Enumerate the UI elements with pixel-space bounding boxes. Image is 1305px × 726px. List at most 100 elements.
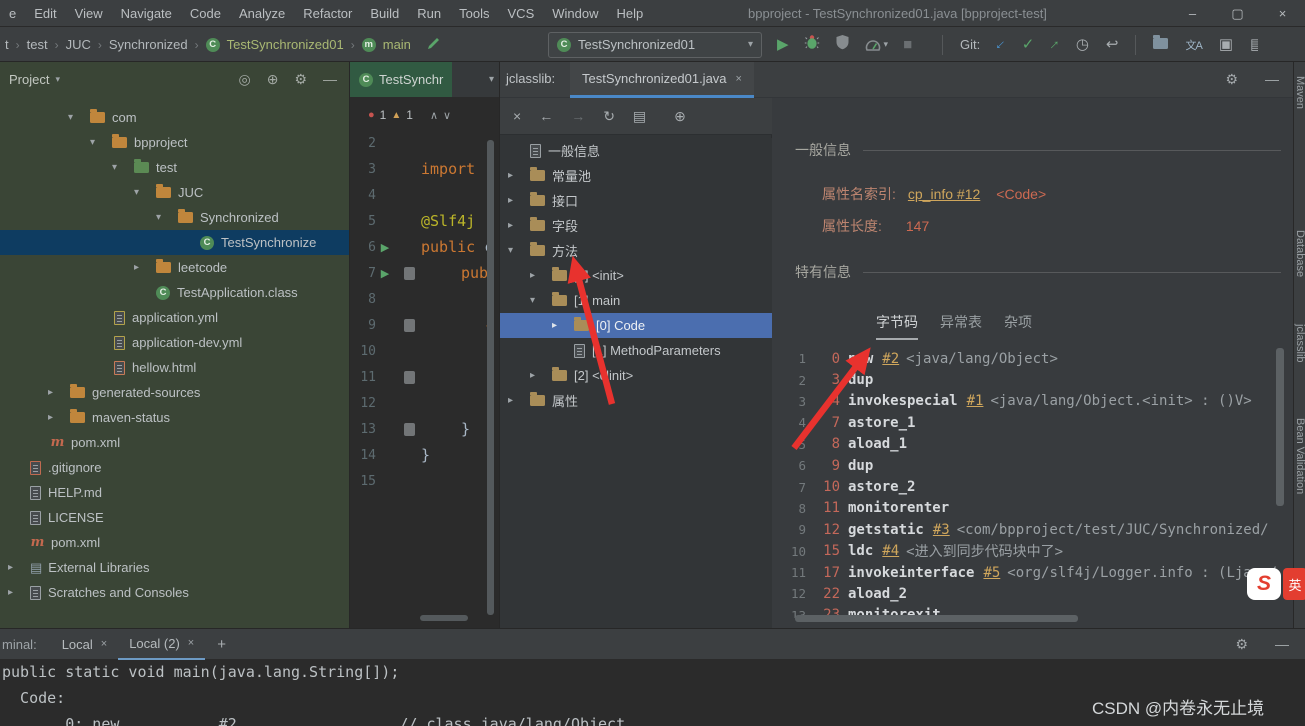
- constant-pool-link[interactable]: cp_info #12: [908, 186, 980, 202]
- tree-item-pom-xml-root[interactable]: m pom.xml: [0, 530, 349, 555]
- constant-pool-link[interactable]: #2: [882, 351, 899, 367]
- tab-exception-table[interactable]: 异常表: [940, 312, 982, 340]
- settings-gear-icon[interactable]: ⚙: [1225, 71, 1238, 88]
- constant-pool-link[interactable]: #1: [967, 393, 984, 409]
- tree-item-leetcode[interactable]: ▸ leetcode: [0, 255, 349, 280]
- run-line-icon[interactable]: ▶: [372, 234, 398, 260]
- chevron-right-icon[interactable]: ▸: [8, 587, 30, 598]
- constant-pool-link[interactable]: #5: [983, 565, 1000, 581]
- chevron-right-icon[interactable]: ▸: [8, 562, 30, 573]
- gutter-marker-icon[interactable]: [396, 260, 422, 286]
- chevron-right-icon[interactable]: ▸: [134, 262, 156, 273]
- tree-item-pom-xml[interactable]: m pom.xml: [0, 430, 349, 455]
- stripe-jclasslib[interactable]: jclasslib: [1294, 324, 1305, 363]
- tree-item-synchronized[interactable]: ▾ Synchronized: [0, 205, 349, 230]
- editor-tab-testsynchronized[interactable]: C TestSynchr: [350, 62, 453, 97]
- chevron-right-icon[interactable]: ▸: [48, 387, 70, 398]
- tree-item-external-libraries[interactable]: ▸ ▤ External Libraries: [0, 555, 349, 580]
- chevron-right-icon[interactable]: ▸: [508, 170, 530, 181]
- terminal-tab-local[interactable]: Local ×: [51, 629, 119, 660]
- prev-issue-icon[interactable]: ∧: [430, 109, 438, 122]
- hide-panel-icon[interactable]: —: [323, 71, 337, 88]
- history-clock-icon[interactable]: ◷: [1076, 37, 1089, 52]
- menu-help[interactable]: Help: [608, 6, 653, 21]
- jclasslib-item-main[interactable]: ▾ [1] main: [500, 288, 772, 313]
- menu-navigate[interactable]: Navigate: [112, 6, 181, 21]
- tree-item-scratches[interactable]: ▸ Scratches and Consoles: [0, 580, 349, 605]
- run-button[interactable]: ▶: [777, 37, 789, 52]
- hide-panel-icon[interactable]: —: [1265, 71, 1279, 88]
- close-icon[interactable]: ×: [513, 108, 521, 124]
- close-icon[interactable]: ×: [188, 637, 194, 649]
- menu-run[interactable]: Run: [408, 6, 450, 21]
- maximize-button[interactable]: ▢: [1215, 0, 1260, 27]
- tree-item-application-yml[interactable]: application.yml: [0, 305, 349, 330]
- clipped-toolbar-icon[interactable]: ▤: [1250, 37, 1258, 52]
- chevron-right-icon[interactable]: ▸: [508, 195, 530, 206]
- tree-item-gitignore[interactable]: .gitignore: [0, 455, 349, 480]
- refresh-icon[interactable]: ↻: [603, 108, 615, 125]
- tree-item-bpproject[interactable]: ▾ bpproject: [0, 130, 349, 155]
- chevron-down-icon[interactable]: ▾: [112, 162, 134, 173]
- tab-bytecode[interactable]: 字节码: [876, 312, 918, 340]
- menu-refactor[interactable]: Refactor: [294, 6, 361, 21]
- stripe-bean-validation[interactable]: Bean Validation: [1294, 418, 1305, 494]
- jclasslib-item-constant-pool[interactable]: ▸ 常量池: [500, 163, 772, 188]
- breadcrumb-item-main[interactable]: main: [383, 37, 411, 52]
- menu-code[interactable]: Code: [181, 6, 230, 21]
- inspections-widget[interactable]: ● 1 ▲ 1 ∧ ∨: [368, 108, 451, 122]
- git-commit-icon[interactable]: ✓: [1022, 37, 1035, 52]
- stripe-database[interactable]: Database: [1294, 230, 1305, 277]
- translate-icon[interactable]: 文A: [1185, 37, 1202, 53]
- run-line-icon[interactable]: ▶: [372, 260, 398, 286]
- run-configuration-select[interactable]: C TestSynchronized01 ▾: [548, 31, 762, 58]
- jclasslib-item-methodparameters[interactable]: [1] MethodParameters: [500, 338, 772, 363]
- editor-horizontal-scrollbar[interactable]: [420, 615, 468, 621]
- jclasslib-item-methods[interactable]: ▾ 方法: [500, 238, 772, 263]
- editor-vertical-scrollbar[interactable]: [487, 140, 494, 615]
- back-arrow-icon[interactable]: ←: [539, 108, 553, 124]
- hide-panel-icon[interactable]: —: [1275, 636, 1289, 653]
- project-structure-folder-icon[interactable]: [1153, 34, 1169, 54]
- chevron-right-icon[interactable]: ▸: [552, 320, 574, 331]
- breadcrumb-item-juc[interactable]: JUC: [66, 37, 91, 52]
- gutter-marker-icon[interactable]: [396, 364, 422, 390]
- git-push-icon[interactable]: ↑: [1046, 36, 1063, 53]
- chevron-down-icon[interactable]: ▾: [134, 187, 156, 198]
- tree-item-generated-sources[interactable]: ▸ generated-sources: [0, 380, 349, 405]
- chevron-down-icon[interactable]: ▾: [90, 137, 112, 148]
- globe-icon[interactable]: ⊕: [674, 108, 686, 125]
- menu-edit[interactable]: Edit: [25, 6, 65, 21]
- chevron-down-icon[interactable]: ▾: [55, 74, 60, 85]
- breadcrumb-item-class[interactable]: TestSynchronized01: [227, 37, 344, 52]
- chevron-down-icon[interactable]: ▾: [508, 245, 530, 256]
- jclasslib-item-general-info[interactable]: 一般信息: [500, 138, 772, 163]
- git-update-icon[interactable]: ↓: [992, 36, 1009, 53]
- chevron-right-icon[interactable]: ▸: [508, 395, 530, 406]
- jclasslib-item-clinit[interactable]: ▸ [2] <clinit>: [500, 363, 772, 388]
- menu-build[interactable]: Build: [361, 6, 408, 21]
- stripe-maven[interactable]: Maven: [1294, 76, 1305, 109]
- close-icon[interactable]: ×: [101, 638, 107, 650]
- gutter-marker-icon[interactable]: [396, 312, 422, 338]
- tree-item-hellow-html[interactable]: hellow.html: [0, 355, 349, 380]
- tree-item-testsynchronized-selected[interactable]: C TestSynchronize: [0, 230, 349, 255]
- menu-tools[interactable]: Tools: [450, 6, 498, 21]
- coverage-button[interactable]: [835, 34, 850, 55]
- save-icon[interactable]: ▤: [633, 108, 646, 125]
- jclasslib-item-fields[interactable]: ▸ 字段: [500, 213, 772, 238]
- gutter-marker-icon[interactable]: [396, 416, 422, 442]
- tree-item-license[interactable]: LICENSE: [0, 505, 349, 530]
- settings-gear-icon[interactable]: ⚙: [294, 71, 307, 88]
- breadcrumb-item-test[interactable]: test: [27, 37, 48, 52]
- menu-window[interactable]: Window: [543, 6, 607, 21]
- jclasslib-item-init[interactable]: ▸ [0] <init>: [500, 263, 772, 288]
- menu-file[interactable]: e: [0, 6, 25, 21]
- chevron-down-icon[interactable]: ▾: [530, 295, 552, 306]
- new-terminal-plus-icon[interactable]: +: [217, 636, 226, 653]
- tree-item-application-dev-yml[interactable]: application-dev.yml: [0, 330, 349, 355]
- close-icon[interactable]: ×: [736, 73, 742, 85]
- chevron-right-icon[interactable]: ▸: [508, 220, 530, 231]
- project-panel-title[interactable]: Project: [9, 72, 49, 87]
- tree-item-com[interactable]: ▾ com: [0, 105, 349, 130]
